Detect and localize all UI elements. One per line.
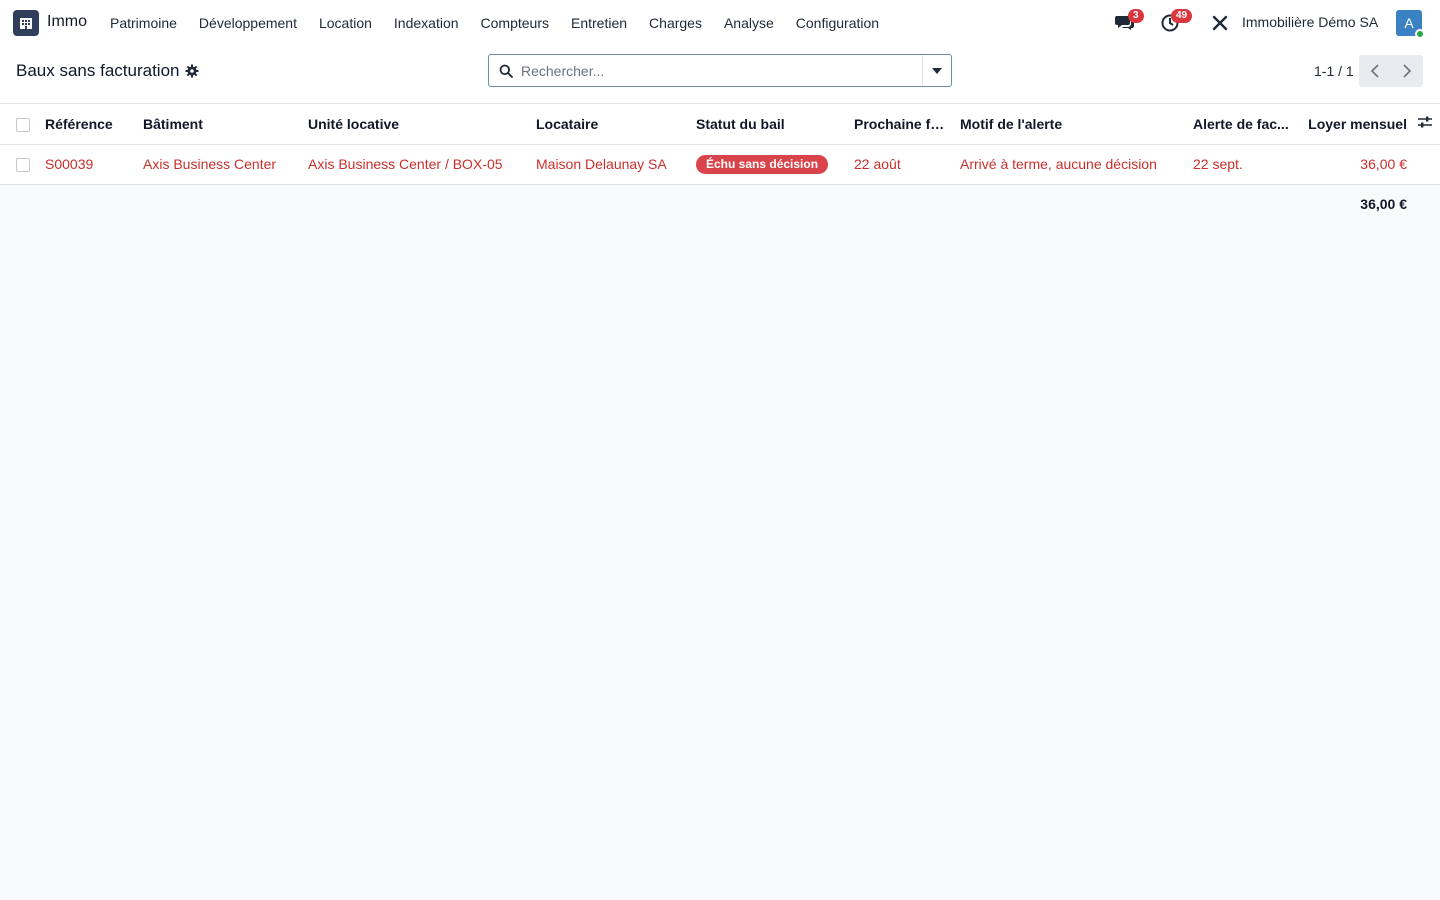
menu-item-location[interactable]: Location — [308, 0, 383, 46]
search-options-toggle[interactable] — [922, 55, 951, 86]
avatar-letter: A — [1404, 15, 1414, 31]
footer-trailing-cell — [1413, 184, 1440, 224]
select-all-cell — [0, 104, 39, 145]
list-view: Référence Bâtiment Unité locative Locata… — [0, 104, 1440, 224]
leases-table: Référence Bâtiment Unité locative Locata… — [0, 104, 1440, 224]
menu-item-charges[interactable]: Charges — [638, 0, 713, 46]
cell-next-invoice[interactable]: 22 août — [848, 144, 954, 185]
menu-item-configuration[interactable]: Configuration — [785, 0, 890, 46]
total-rent: 36,00 € — [1302, 184, 1413, 224]
table-header-row: Référence Bâtiment Unité locative Locata… — [0, 104, 1440, 145]
column-header-tenant[interactable]: Locataire — [530, 104, 690, 145]
tools-icon[interactable] — [1209, 12, 1231, 34]
page-title[interactable]: Baux sans facturation — [16, 61, 179, 81]
cell-reason[interactable]: Arrivé à terme, aucune décision — [954, 144, 1187, 185]
cell-status[interactable]: Échu sans décision — [690, 144, 848, 185]
optional-columns-cell — [1413, 104, 1440, 145]
cell-reference[interactable]: S00039 — [39, 144, 137, 185]
pager-next-button[interactable] — [1391, 55, 1423, 87]
column-header-status[interactable]: Statut du bail — [690, 104, 848, 145]
menu-item-patrimoine[interactable]: Patrimoine — [99, 0, 188, 46]
app-home-icon[interactable] — [13, 10, 39, 36]
column-header-unit[interactable]: Unité locative — [302, 104, 530, 145]
menu-item-entretien[interactable]: Entretien — [560, 0, 638, 46]
cell-rent[interactable]: 36,00 € — [1302, 144, 1413, 185]
pager-value[interactable]: 1-1 / 1 — [1314, 63, 1354, 79]
column-header-building[interactable]: Bâtiment — [137, 104, 302, 145]
column-header-next-invoice[interactable]: Prochaine fa... — [848, 104, 954, 145]
online-status-dot — [1415, 29, 1425, 39]
messages-badge: 3 — [1128, 9, 1144, 23]
app-name[interactable]: Immo — [47, 13, 87, 31]
activities-clock-icon[interactable]: 49 — [1159, 9, 1193, 34]
menu-item-analyse[interactable]: Analyse — [713, 0, 785, 46]
table-footer-row: 36,00 € — [0, 184, 1440, 224]
select-all-checkbox[interactable] — [16, 117, 30, 132]
menu-item-compteurs[interactable]: Compteurs — [470, 0, 560, 46]
row-select-cell — [0, 144, 39, 185]
cell-unit[interactable]: Axis Business Center / BOX-05 — [302, 144, 530, 185]
column-header-rent[interactable]: Loyer mensuel — [1302, 104, 1413, 145]
cell-tenant[interactable]: Maison Delaunay SA — [530, 144, 690, 185]
row-trailing-cell — [1413, 144, 1440, 185]
gear-icon[interactable] — [185, 64, 199, 78]
chevron-right-icon — [1403, 64, 1412, 78]
status-badge: Échu sans décision — [696, 154, 829, 174]
company-switcher[interactable]: Immobilière Démo SA — [1242, 14, 1378, 30]
column-header-reference[interactable]: Référence — [39, 104, 137, 145]
pager-previous-button[interactable] — [1359, 55, 1391, 87]
top-navbar: Immo Patrimoine Développement Location I… — [0, 0, 1440, 46]
column-header-alert[interactable]: Alerte de fac... — [1187, 104, 1302, 145]
messages-icon[interactable]: 3 — [1114, 9, 1144, 34]
control-panel: Baux sans facturation 1- — [0, 46, 1440, 104]
search-icon — [499, 64, 513, 78]
search-input[interactable] — [521, 55, 921, 86]
menu-item-developpement[interactable]: Développement — [188, 0, 308, 46]
main-menu: Patrimoine Développement Location Indexa… — [99, 0, 890, 46]
cell-building[interactable]: Axis Business Center — [137, 144, 302, 185]
menu-item-indexation[interactable]: Indexation — [383, 0, 470, 46]
caret-down-icon — [932, 67, 942, 74]
table-row[interactable]: S00039 Axis Business Center Axis Busines… — [0, 144, 1440, 185]
cell-alert[interactable]: 22 sept. — [1187, 144, 1302, 185]
footer-spacer — [0, 184, 1302, 224]
row-checkbox[interactable] — [16, 158, 30, 173]
search-bar — [488, 54, 952, 87]
activities-badge: 49 — [1171, 9, 1193, 23]
sliders-icon[interactable] — [1417, 115, 1433, 129]
user-avatar[interactable]: A — [1396, 10, 1425, 39]
column-header-reason[interactable]: Motif de l'alerte — [954, 104, 1187, 145]
chevron-left-icon — [1370, 64, 1379, 78]
